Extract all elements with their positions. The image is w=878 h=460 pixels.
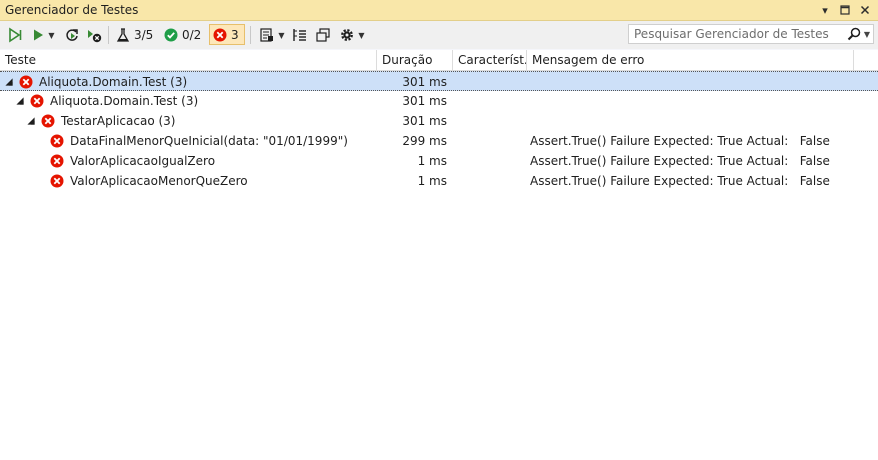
test-duration: 301 ms <box>402 114 447 128</box>
error-message: Assert.True() Failure Expected: True Act… <box>530 134 830 148</box>
window-title: Gerenciador de Testes <box>5 3 139 17</box>
chevron-down-icon: ▼ <box>48 30 55 40</box>
fail-icon <box>19 75 33 89</box>
run-button[interactable]: ▼ <box>28 25 58 45</box>
fail-icon <box>50 174 64 188</box>
cancel-icon[interactable] <box>86 25 102 45</box>
expand-arrow-icon[interactable] <box>5 78 13 86</box>
test-explorer-window: Gerenciador de Testes ▾ ▼ 3/5 0/2 3 ▼ ▼ … <box>0 0 878 400</box>
fail-icon <box>213 28 227 41</box>
fail-icon <box>41 114 55 128</box>
group-by-icon[interactable] <box>292 25 308 45</box>
fail-icon <box>50 134 64 148</box>
chevron-down-icon[interactable]: ▼ <box>864 30 870 39</box>
toolbar-separator <box>250 26 251 44</box>
dropdown-icon[interactable]: ▾ <box>818 2 832 18</box>
test-duration: 301 ms <box>402 94 447 108</box>
close-icon[interactable] <box>858 2 872 18</box>
toolbar-separator <box>108 26 109 44</box>
test-list: Teste Duração Característ... Mensagem de… <box>0 50 878 400</box>
flask-icon <box>116 27 130 42</box>
repeat-last-run-icon[interactable] <box>64 25 80 45</box>
passed-count-label: 0/2 <box>182 28 202 42</box>
table-row[interactable]: DataFinalMenorQueInicial(data: "01/01/19… <box>0 131 878 151</box>
columns-icon[interactable] <box>315 25 331 45</box>
fail-icon <box>50 154 64 168</box>
test-name: Aliquota.Domain.Test (3) <box>39 75 188 89</box>
error-message: Assert.True() Failure Expected: True Act… <box>530 154 830 168</box>
test-name: ValorAplicacaoIgualZero <box>70 154 216 168</box>
table-row[interactable]: ValorAplicacaoMenorQueZero 1 ms Assert.Tru… <box>0 171 878 191</box>
pass-icon <box>164 28 178 42</box>
playlist-button[interactable]: ▼ <box>257 25 287 45</box>
test-duration: 299 ms <box>402 134 447 148</box>
table-row[interactable]: TestarAplicacao (3) 301 ms <box>0 111 878 131</box>
test-name: Aliquota.Domain.Test (3) <box>50 94 199 108</box>
chevron-down-icon: ▼ <box>358 30 365 40</box>
test-duration: 1 ms <box>417 174 447 188</box>
failed-tests-filter[interactable]: 3 <box>209 24 245 45</box>
fail-icon <box>30 94 44 108</box>
total-count-label: 3/5 <box>134 28 154 42</box>
table-row[interactable]: Aliquota.Domain.Test (3) 301 ms <box>0 91 878 111</box>
search-icon[interactable] <box>847 27 861 44</box>
column-header-test[interactable]: Teste <box>0 50 377 70</box>
test-name: DataFinalMenorQueInicial(data: "01/01/19… <box>70 134 348 148</box>
playlist-icon <box>260 28 274 42</box>
column-header-message[interactable]: Mensagem de erro <box>527 50 854 70</box>
window-controls: ▾ <box>818 2 872 18</box>
restore-icon[interactable] <box>838 2 852 18</box>
gear-icon <box>341 29 354 41</box>
failed-count-label: 3 <box>231 27 239 42</box>
test-name: ValorAplicacaoMenorQueZero <box>70 174 248 188</box>
run-all-icon[interactable] <box>6 25 24 45</box>
total-tests-filter[interactable]: 3/5 <box>116 25 156 45</box>
column-header-traits[interactable]: Característ... <box>453 50 527 70</box>
run-icon <box>34 29 44 41</box>
column-headers: Teste Duração Característ... Mensagem de… <box>0 50 878 71</box>
chevron-down-icon: ▼ <box>278 30 285 40</box>
expand-arrow-icon[interactable] <box>27 117 35 125</box>
search-placeholder: Pesquisar Gerenciador de Testes <box>634 27 829 41</box>
settings-button[interactable]: ▼ <box>337 25 367 45</box>
title-bar: Gerenciador de Testes ▾ <box>0 0 878 21</box>
test-name: TestarAplicacao (3) <box>61 114 176 128</box>
table-row[interactable]: Aliquota.Domain.Test (3) 301 ms <box>0 71 878 91</box>
test-duration: 301 ms <box>402 75 447 89</box>
test-duration: 1 ms <box>417 154 447 168</box>
search-box[interactable]: Pesquisar Gerenciador de Testes ▼ <box>628 24 874 44</box>
error-message: Assert.True() Failure Expected: True Act… <box>530 174 830 188</box>
table-row[interactable]: ValorAplicacaoIgualZero 1 ms Assert.True()… <box>0 151 878 171</box>
expand-arrow-icon[interactable] <box>16 97 24 105</box>
column-header-duration[interactable]: Duração <box>377 50 453 70</box>
passed-tests-filter[interactable]: 0/2 <box>164 25 204 45</box>
